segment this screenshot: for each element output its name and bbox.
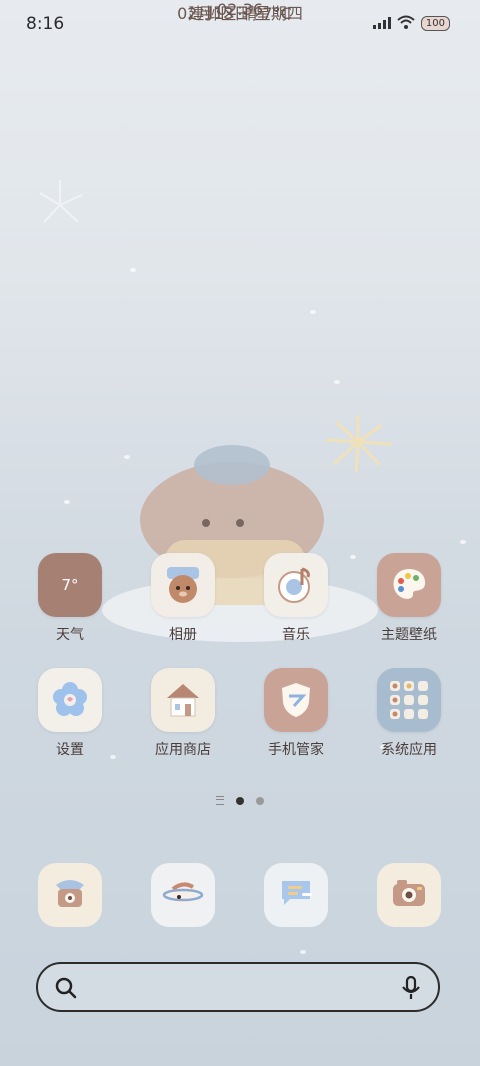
app-weather[interactable]: 7° 天气	[30, 553, 110, 644]
search-icon[interactable]	[54, 976, 78, 1004]
page-list-icon[interactable]	[216, 796, 224, 805]
dock-camera[interactable]	[377, 863, 441, 927]
camera-icon	[387, 871, 431, 919]
music-icon	[264, 553, 328, 617]
microphone-icon[interactable]	[400, 975, 422, 1005]
app-phone-manager[interactable]: 手机管家	[256, 668, 336, 759]
page-indicator[interactable]	[0, 796, 480, 805]
app-label: 天气	[56, 627, 84, 643]
app-system-folder[interactable]: 系统应用	[369, 668, 449, 759]
app-gallery[interactable]: 相册	[143, 553, 223, 644]
dock-phone[interactable]	[38, 863, 102, 927]
app-label: 系统应用	[381, 742, 437, 758]
app-label: 音乐	[282, 627, 310, 643]
dock-browser[interactable]	[151, 863, 215, 927]
house-store-icon	[151, 668, 215, 732]
clock-weather: 建邺区 晴 7°C	[188, 4, 292, 23]
weather-icon-temp: 7°	[61, 576, 79, 594]
messages-icon	[274, 871, 318, 919]
flower-settings-icon	[38, 668, 102, 732]
app-label: 设置	[56, 742, 84, 758]
gallery-icon	[151, 553, 215, 617]
app-store[interactable]: 应用商店	[143, 668, 223, 759]
shield-icon	[264, 668, 328, 732]
page-dot-1[interactable]	[236, 796, 244, 805]
app-themes[interactable]: 主题壁纸	[369, 553, 449, 644]
search-bar[interactable]	[36, 962, 440, 1012]
palette-icon	[377, 553, 441, 617]
weather-icon: 7°	[38, 553, 102, 617]
dock-messages[interactable]	[264, 863, 328, 927]
browser-planet-icon	[161, 871, 205, 919]
app-settings[interactable]: 设置	[30, 668, 110, 759]
app-label: 相册	[169, 627, 197, 643]
phone-icon	[48, 871, 92, 919]
page-dot-2[interactable]	[256, 796, 264, 805]
app-label: 主题壁纸	[381, 627, 437, 643]
app-label: 应用商店	[155, 742, 211, 758]
app-label: 手机管家	[268, 742, 324, 758]
folder-grid-icon	[377, 668, 441, 732]
app-music[interactable]: 音乐	[256, 553, 336, 644]
